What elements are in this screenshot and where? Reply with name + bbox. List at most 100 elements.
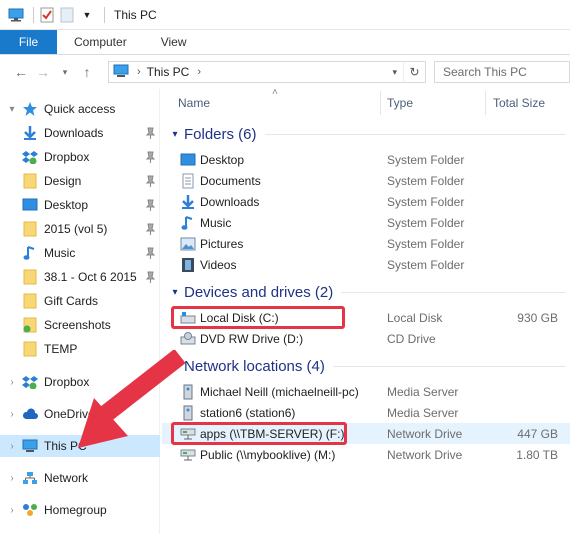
column-divider[interactable] — [380, 91, 381, 115]
item-name: DVD RW Drive (D:) — [200, 331, 304, 346]
list-item[interactable]: Public (\\mybooklive) (M:) Network Drive… — [162, 444, 570, 465]
item-type: System Folder — [387, 152, 465, 167]
list-item[interactable]: station6 (station6) Media Server — [162, 402, 570, 423]
list-item[interactable]: DVD RW Drive (D:) CD Drive — [162, 328, 570, 349]
recent-dropdown-icon[interactable]: ▾ — [54, 61, 76, 83]
item-type: CD Drive — [387, 331, 436, 346]
chevron-right-icon[interactable]: › — [197, 66, 201, 78]
chevron-down-icon[interactable]: ▾ — [6, 104, 18, 115]
list-item[interactable]: Music System Folder — [162, 212, 570, 233]
sidebar-item-music[interactable]: Music — [0, 242, 160, 264]
list-item[interactable]: Pictures System Folder — [162, 233, 570, 254]
tab-view[interactable]: View — [144, 30, 204, 54]
list-item[interactable]: Desktop System Folder — [162, 149, 570, 170]
back-arrow-icon[interactable]: ← — [10, 61, 32, 83]
column-divider[interactable] — [485, 91, 486, 115]
pin-icon[interactable] — [144, 174, 156, 188]
refresh-icon[interactable]: ↻ — [403, 62, 425, 82]
sidebar-item-desktop[interactable]: Desktop — [0, 194, 160, 216]
address-dropdown-icon[interactable]: ▾ — [392, 67, 397, 78]
item-type: Network Drive — [387, 447, 463, 462]
sidebar-item-label: 2015 (vol 5) — [44, 222, 108, 236]
folder-icon — [22, 269, 38, 285]
ribbon: File Computer View — [0, 30, 570, 55]
desktop-icon — [22, 197, 38, 213]
title-bar: ▼ This PC — [0, 0, 570, 30]
sidebar-item-38-1-oct-6-2015[interactable]: 38.1 - Oct 6 2015 — [0, 266, 160, 288]
group-title: Network locations (4) — [184, 357, 325, 375]
computer-icon — [113, 64, 129, 81]
tab-file[interactable]: File — [0, 30, 57, 54]
dropbox-icon — [22, 149, 38, 165]
forward-arrow-icon[interactable]: → — [32, 61, 54, 83]
pin-icon[interactable] — [144, 150, 156, 164]
tab-computer[interactable]: Computer — [57, 30, 144, 54]
download-arrow-icon — [22, 125, 38, 141]
sidebar-item-label: Music — [44, 246, 76, 260]
item-type: Media Server — [387, 405, 459, 420]
item-name: Public (\\mybooklive) (M:) — [200, 447, 336, 462]
sidebar-item-label: Dropbox — [44, 150, 90, 164]
customize-dropdown-icon[interactable]: ▼ — [79, 7, 95, 23]
computer-icon[interactable] — [8, 7, 24, 23]
list-item[interactable]: Downloads System Folder — [162, 191, 570, 212]
sidebar-item-network[interactable]: › Network — [0, 467, 160, 489]
chevron-right-icon[interactable]: › — [6, 441, 18, 452]
item-name: Desktop — [200, 152, 245, 167]
list-item[interactable]: Documents System Folder — [162, 170, 570, 191]
folder-icon — [22, 221, 38, 237]
chevron-right-icon[interactable]: › — [6, 505, 18, 516]
list-item[interactable]: Michael Neill (michaelneill-pc) Media Se… — [162, 381, 570, 402]
pin-icon[interactable] — [144, 222, 156, 236]
star-icon — [22, 101, 38, 117]
sidebar-item-homegroup[interactable]: › Homegroup — [0, 499, 160, 521]
sidebar-item-design[interactable]: Design — [0, 170, 160, 192]
sidebar-item-screenshots[interactable]: Screenshots — [0, 314, 160, 336]
chevron-right-icon[interactable]: › — [6, 409, 18, 420]
list-item[interactable]: Videos System Folder — [162, 254, 570, 275]
pin-icon[interactable] — [144, 126, 156, 140]
pin-icon[interactable] — [144, 198, 156, 212]
chevron-right-icon[interactable]: › — [6, 377, 18, 388]
folder-icon — [22, 173, 38, 189]
column-header-type[interactable]: Type — [387, 89, 413, 117]
group-header-devices-and-drives[interactable]: ▾ Devices and drives (2) — [162, 281, 570, 303]
network-icon — [22, 470, 38, 486]
pin-icon[interactable] — [144, 270, 156, 284]
properties-check-icon[interactable] — [39, 7, 55, 23]
item-type: System Folder — [387, 257, 465, 272]
chevron-down-icon[interactable]: ▾ — [166, 129, 184, 140]
chevron-right-icon[interactable]: › — [137, 66, 141, 78]
dropbox-icon — [22, 374, 38, 390]
search-input[interactable]: Search This PC — [434, 61, 570, 83]
item-name: Music — [200, 215, 232, 230]
address-path-label[interactable]: This PC — [147, 65, 190, 79]
group-title: Devices and drives (2) — [184, 283, 334, 301]
item-name: Pictures — [200, 236, 244, 251]
folder-check-icon — [22, 317, 38, 333]
pin-icon[interactable] — [144, 246, 156, 260]
group-header-folders[interactable]: ▾ Folders (6) — [162, 123, 570, 145]
highlight-box-local-disk — [171, 306, 345, 329]
new-folder-icon[interactable] — [59, 7, 75, 23]
sidebar-item-dropbox[interactable]: Dropbox — [0, 146, 160, 168]
video-film-icon — [180, 257, 196, 273]
group-header-network-locations[interactable]: ▾ Network locations (4) — [162, 355, 570, 377]
navigation-pane: ▾ Quick access Downloads Dropbox Design … — [0, 89, 160, 534]
sidebar-item-label: Screenshots — [44, 318, 111, 332]
column-header-total-size[interactable]: Total Size — [493, 89, 545, 117]
window-title: This PC — [114, 7, 157, 22]
up-arrow-icon[interactable]: ↑ — [76, 61, 98, 83]
address-path-box[interactable]: › This PC › ▾ ↻ — [108, 61, 426, 83]
sidebar-item-downloads[interactable]: Downloads — [0, 122, 160, 144]
item-type: Local Disk — [387, 310, 443, 325]
sidebar-item-label: Network — [44, 471, 89, 485]
column-header-name[interactable]: Name — [178, 89, 210, 117]
item-name: Michael Neill (michaelneill-pc) — [200, 384, 359, 399]
sidebar-item-quick-access[interactable]: ▾ Quick access — [0, 98, 160, 120]
sidebar-item-2015-vol-5[interactable]: 2015 (vol 5) — [0, 218, 160, 240]
sidebar-item-label: Homegroup — [44, 503, 107, 517]
chevron-down-icon[interactable]: ▾ — [166, 287, 184, 298]
chevron-right-icon[interactable]: › — [6, 473, 18, 484]
sidebar-item-gift-cards[interactable]: Gift Cards — [0, 290, 160, 312]
